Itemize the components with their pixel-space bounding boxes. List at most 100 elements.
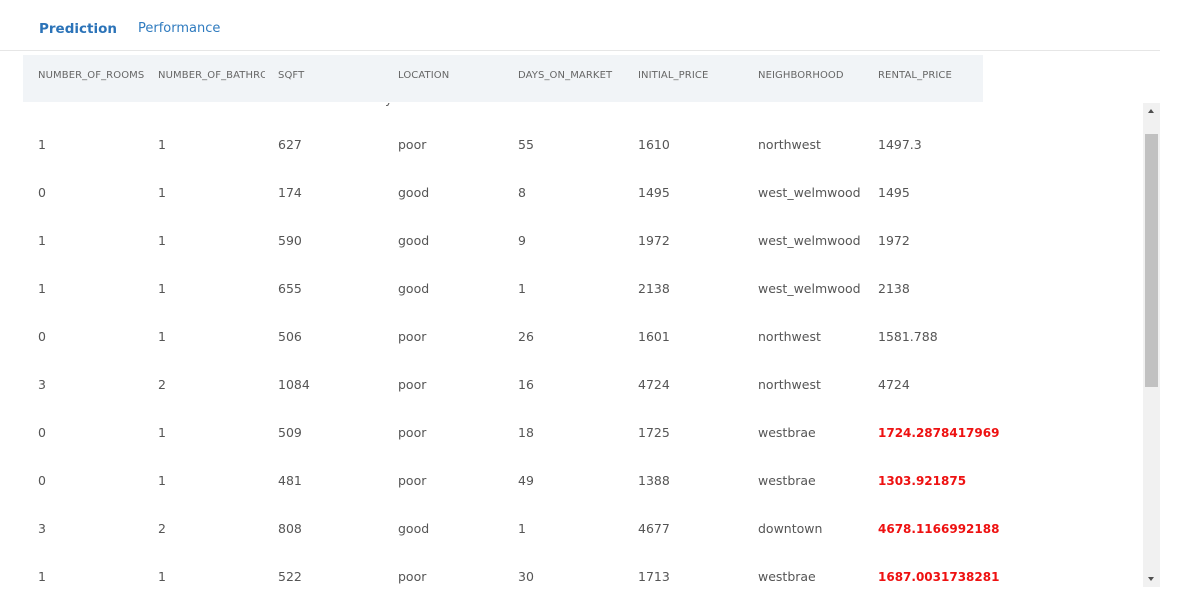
cell-location: good — [398, 521, 430, 536]
table-row[interactable]: 0 1 506 poor 26 1601 northwest 1581.788 — [23, 313, 993, 361]
cell-sqft: 627 — [278, 137, 302, 152]
cell-initial-price: 1601 — [638, 329, 670, 344]
cell-number-of-rooms: 1 — [38, 281, 46, 296]
cell-initial-price: 1610 — [638, 137, 670, 152]
column-header-sqft[interactable]: SQFT — [278, 70, 388, 81]
column-header-neighborhood[interactable]: NEIGHBORHOOD — [758, 70, 868, 81]
cell-number-of-rooms: 0 — [38, 329, 46, 344]
cell-rental-price: 1495 — [878, 185, 910, 200]
table-row[interactable]: 1 1 655 good 1 2138 west_welmwood 2138 — [23, 265, 993, 313]
cell-sqft: 509 — [278, 425, 302, 440]
cell-days-on-market: 26 — [518, 329, 534, 344]
table-body: y 11627poor551610northwest1497.301174goo… — [0, 103, 1140, 602]
cell-days-on-market: 30 — [518, 569, 534, 584]
cell-neighborhood: west_welmwood — [758, 185, 861, 200]
cell-days-on-market: 49 — [518, 473, 534, 488]
cell-rental-price: 1303.921875 — [878, 474, 967, 488]
cell-days-on-market: 1 — [518, 521, 526, 536]
cell-rental-price: 1581.788 — [878, 329, 938, 344]
cell-number-of-rooms: 1 — [38, 137, 46, 152]
cell-sqft: 1084 — [278, 377, 310, 392]
table-row[interactable]: 0 1 174 good 8 1495 west_welmwood 1495 — [23, 169, 993, 217]
cell-sqft: 174 — [278, 185, 302, 200]
cell-number-of-rooms: 0 — [38, 185, 46, 200]
cell-location: good — [398, 185, 430, 200]
cell-sqft: 655 — [278, 281, 302, 296]
cell-initial-price: 4724 — [638, 377, 670, 392]
tab-bar: Prediction Performance — [0, 0, 1160, 51]
table-row[interactable]: 3 2 1084 poor 16 4724 northwest 4724 — [23, 361, 993, 409]
arrow-down-icon — [1148, 577, 1154, 581]
table-row[interactable]: 1 1 522 poor 30 1713 westbrae 1687.0031738281 — [23, 553, 999, 601]
table-row[interactable]: 1 1 627 poor 55 1610 northwest 1497.3 — [23, 121, 993, 169]
cell-neighborhood: northwest — [758, 377, 821, 392]
scrollbar-thumb[interactable] — [1145, 134, 1158, 387]
cell-location: poor — [398, 377, 427, 392]
scroll-up-button[interactable] — [1143, 103, 1160, 120]
cell-rental-price: 4678.1166992188 — [878, 522, 1000, 536]
column-header-number-of-bathrooms[interactable]: NUMBER_OF_BATHRO — [158, 70, 265, 81]
cell-rental-price: 1687.0031738281 — [878, 570, 1000, 584]
cell-location: poor — [398, 329, 427, 344]
table-row[interactable]: 0 1 481 poor 49 1388 westbrae 1303.921875 — [23, 457, 993, 505]
cell-sqft: 481 — [278, 473, 302, 488]
scroll-down-button[interactable] — [1143, 570, 1160, 587]
cell-days-on-market: 9 — [518, 233, 526, 248]
cell-sqft: 522 — [278, 569, 302, 584]
cell-location: good — [398, 233, 430, 248]
table-row[interactable]: 0 1 509 poor 18 1725 westbrae 1724.2878417969 — [23, 409, 999, 457]
tab-prediction[interactable]: Prediction — [39, 21, 117, 37]
cell-neighborhood: westbrae — [758, 473, 816, 488]
cell-number-of-bathrooms: 1 — [158, 329, 166, 344]
cell-neighborhood: northwest — [758, 137, 821, 152]
cell-neighborhood: west_welmwood — [758, 233, 861, 248]
cell-rental-price: 1724.2878417969 — [878, 426, 1000, 440]
cell-number-of-bathrooms: 1 — [158, 473, 166, 488]
cell-days-on-market: 1 — [518, 281, 526, 296]
arrow-up-icon — [1148, 109, 1154, 113]
cell-rental-price: 1972 — [878, 233, 910, 248]
cell-location: poor — [398, 425, 427, 440]
cell-number-of-bathrooms: 1 — [158, 425, 166, 440]
cell-number-of-rooms: 1 — [38, 233, 46, 248]
vertical-scrollbar[interactable] — [1143, 103, 1160, 587]
cell-rental-price: 4724 — [878, 377, 910, 392]
table-row[interactable]: 1 1 590 good 9 1972 west_welmwood 1972 — [23, 217, 993, 265]
cell-number-of-bathrooms: 1 — [158, 281, 166, 296]
tab-performance[interactable]: Performance — [138, 21, 220, 36]
column-header-number-of-rooms[interactable]: NUMBER_OF_ROOMS — [38, 70, 148, 81]
cell-location: good — [398, 281, 430, 296]
cell-number-of-bathrooms: 1 — [158, 185, 166, 200]
table-row[interactable]: 3 2 808 good 1 4677 downtown 4678.1166992188 — [23, 505, 999, 553]
cell-days-on-market: 8 — [518, 185, 526, 200]
column-header-days-on-market[interactable]: DAYS_ON_MARKET — [518, 70, 628, 81]
cell-neighborhood: westbrae — [758, 569, 816, 584]
cell-sqft: 506 — [278, 329, 302, 344]
column-header-initial-price[interactable]: INITIAL_PRICE — [638, 70, 748, 81]
cell-sqft: 590 — [278, 233, 302, 248]
cell-initial-price: 2138 — [638, 281, 670, 296]
cell-number-of-rooms: 3 — [38, 377, 46, 392]
cell-number-of-rooms: 3 — [38, 521, 46, 536]
cell-neighborhood: westbrae — [758, 425, 816, 440]
cell-number-of-bathrooms: 1 — [158, 137, 166, 152]
cell-location: poor — [398, 569, 427, 584]
cell-days-on-market: 16 — [518, 377, 534, 392]
partial-row-text: y — [385, 103, 393, 107]
column-header-rental-price[interactable]: RENTAL_PRICE — [878, 70, 978, 81]
cell-rental-price: 1497.3 — [878, 137, 922, 152]
cell-number-of-rooms: 0 — [38, 473, 46, 488]
cell-initial-price: 1713 — [638, 569, 670, 584]
cell-initial-price: 1495 — [638, 185, 670, 200]
cell-location: poor — [398, 137, 427, 152]
cell-number-of-rooms: 1 — [38, 569, 46, 584]
cell-initial-price: 4677 — [638, 521, 670, 536]
cell-rental-price: 2138 — [878, 281, 910, 296]
cell-number-of-bathrooms: 1 — [158, 233, 166, 248]
cell-initial-price: 1388 — [638, 473, 670, 488]
table-header: NUMBER_OF_ROOMS NUMBER_OF_BATHRO SQFT LO… — [23, 55, 983, 102]
column-header-location[interactable]: LOCATION — [398, 70, 508, 81]
cell-neighborhood: west_welmwood — [758, 281, 861, 296]
cell-neighborhood: downtown — [758, 521, 823, 536]
cell-days-on-market: 55 — [518, 137, 534, 152]
